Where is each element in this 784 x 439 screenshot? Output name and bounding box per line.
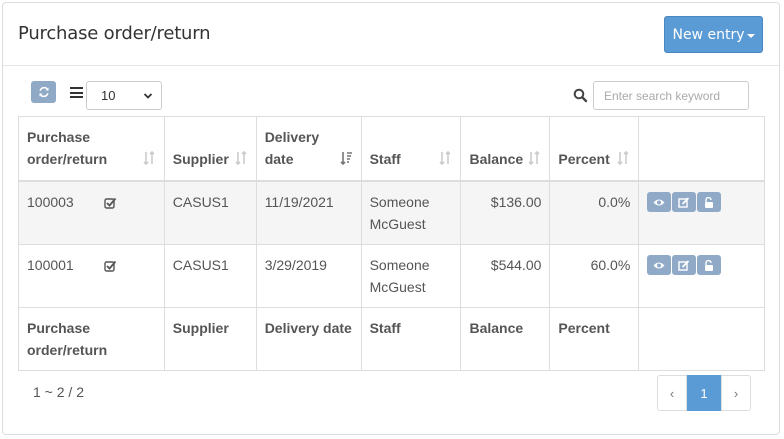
column-header-staff[interactable]: Staff [360,116,462,182]
checked-box-icon [103,197,116,209]
sort-icon [235,151,247,165]
unlock-button[interactable] [697,254,722,275]
next-page-button[interactable]: › [721,375,751,411]
column-header-balance[interactable]: Balance [460,116,551,182]
delivery-date-cell: 3/29/2019 [255,243,362,308]
chevron-down-icon [143,93,153,99]
sort-descending-icon [340,152,352,165]
page-size-select[interactable]: 10 [86,81,162,110]
pagination-info: 1 ~ 2 / 2 [33,384,84,400]
new-entry-button[interactable]: New entry [664,16,763,53]
edit-button[interactable] [672,254,697,275]
balance-cell: $544.00 [460,243,551,308]
column-header-supplier[interactable]: Supplier [163,116,257,182]
footer-staff: Staff [360,306,462,371]
sort-icon [439,151,452,165]
actions-cell [638,180,765,245]
page-1-button[interactable]: 1 [687,375,721,411]
edit-button[interactable] [672,191,697,212]
sort-icon [143,151,155,165]
staff-cell: Someone McGuest [360,243,462,308]
balance-cell: $136.00 [460,180,551,245]
refresh-icon [38,86,49,98]
footer-supplier: Supplier [163,306,257,371]
footer-percent: Percent [549,306,640,371]
view-button[interactable] [647,254,672,275]
list-icon[interactable] [70,87,83,98]
search-input[interactable] [593,81,749,110]
refresh-button[interactable] [31,81,56,103]
delivery-date-cell: 11/19/2021 [255,180,362,245]
footer-actions [638,306,765,371]
footer-order: Purchase order/return [18,306,165,371]
page-size-value: 10 [101,88,116,103]
panel-header: Purchase order/return New entry [3,3,779,66]
order-cell: 100001 [18,243,165,308]
column-header-order[interactable]: Purchase order/return [18,116,165,182]
percent-cell: 0.0% [549,180,640,245]
table-row: 100003 CASUS1 11/19/2021 Someone McGuest… [18,180,765,245]
unlock-button[interactable] [697,191,722,212]
new-entry-label: New entry [672,26,745,43]
edit-icon [678,196,690,208]
sort-icon [528,151,540,165]
percent-cell: 60.0% [549,243,640,308]
order-number: 100001 [27,256,74,273]
footer-balance: Balance [460,306,551,371]
search-icon [573,88,588,103]
eye-icon [653,262,665,268]
view-button[interactable] [647,191,672,212]
column-header-actions [638,116,765,182]
unlock-icon [705,259,714,271]
edit-icon [678,259,690,271]
supplier-cell: CASUS1 [163,180,257,245]
column-header-delivery-date[interactable]: Delivery date [255,116,362,182]
checked-box-icon [103,260,116,272]
unlock-icon [705,196,714,208]
prev-page-button[interactable]: ‹ [657,375,687,411]
sort-icon [617,151,629,165]
actions-cell [638,243,765,308]
page-title: Purchase order/return [18,23,211,44]
order-number: 100003 [27,193,74,210]
order-cell: 100003 [18,180,165,245]
footer-delivery-date: Delivery date [255,306,362,371]
table-row: 100001 CASUS1 3/29/2019 Someone McGuest … [18,243,765,308]
supplier-cell: CASUS1 [163,243,257,308]
staff-cell: Someone McGuest [360,180,462,245]
pagination: ‹ 1 › [657,375,751,411]
eye-icon [653,199,665,205]
purchase-order-table: Purchase order/return Supplier Delivery … [18,116,765,371]
caret-down-icon [746,33,755,38]
column-header-percent[interactable]: Percent [549,116,640,182]
table-footer-row: Purchase order/return Supplier Delivery … [18,306,765,371]
